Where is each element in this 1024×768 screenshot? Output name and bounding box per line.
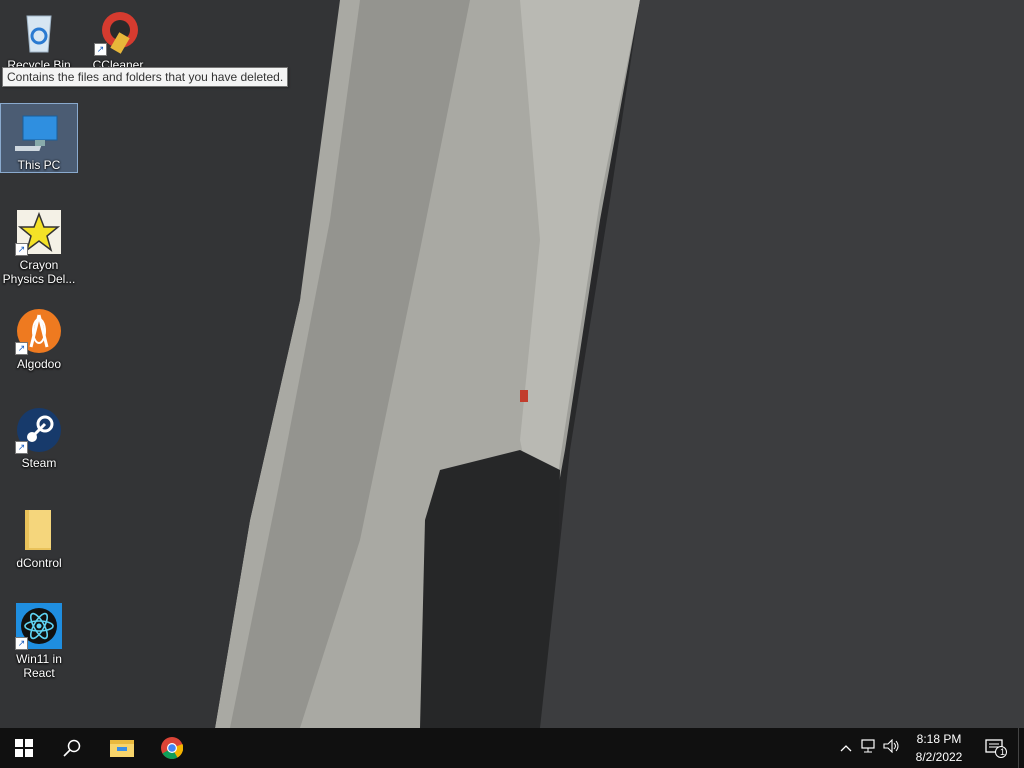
search-button[interactable]: [48, 728, 96, 768]
shortcut-arrow-icon: ↗: [15, 637, 28, 650]
show-desktop-button[interactable]: [1018, 728, 1024, 768]
clock-time: 8:18 PM: [916, 732, 962, 746]
recycle-bin-icon: [15, 8, 63, 56]
computer-monitor-icon: [3, 108, 63, 156]
desktop-icon-crayon-physics[interactable]: ↗ Crayon Physics Del...: [1, 204, 77, 286]
taskbar-clock[interactable]: 8:18 PM 8/2/2022: [904, 730, 974, 766]
network-icon: [861, 738, 875, 752]
taskbar: 8:18 PM 8/2/2022 1: [0, 728, 1024, 768]
star-icon: ↗: [15, 208, 63, 256]
recycle-bin-tooltip: Contains the files and folders that you …: [2, 67, 289, 87]
icon-label: Algodoo: [16, 357, 62, 371]
icon-label: Steam: [21, 456, 57, 470]
desktop-icon-win11-react[interactable]: ↗ Win11 in React: [1, 598, 77, 680]
icon-label: Win11 in React: [16, 652, 62, 680]
notification-count: 1: [1000, 747, 1006, 757]
folder-icon: [15, 506, 63, 554]
desktop-icon-ccleaner[interactable]: ↗ CCleaner: [80, 4, 156, 72]
taskbar-file-explorer[interactable]: [98, 728, 146, 768]
desktop-icon-recycle-bin[interactable]: Recycle Bin: [1, 4, 77, 72]
desktop-icon-dcontrol[interactable]: dControl: [1, 502, 77, 570]
search-icon: [63, 739, 81, 757]
start-button[interactable]: [0, 728, 48, 768]
icon-label: This PC: [17, 158, 61, 172]
clock-date: 8/2/2022: [915, 750, 963, 764]
desktop-icon-this-pc[interactable]: This PC: [0, 103, 78, 173]
shortcut-arrow-icon: ↗: [15, 342, 28, 355]
show-hidden-icons-button[interactable]: [836, 739, 856, 757]
shortcut-arrow-icon: ↗: [15, 243, 28, 256]
desktop-icon-steam[interactable]: ↗ Steam: [1, 402, 77, 470]
desktop-icon-algodoo[interactable]: ↗ Algodoo: [1, 303, 77, 371]
algodoo-icon: ↗: [15, 307, 63, 355]
volume-button[interactable]: [880, 738, 904, 758]
wallpaper-rock-image: [0, 0, 1024, 728]
react-atom-icon: ↗: [15, 602, 63, 650]
shortcut-arrow-icon: ↗: [94, 43, 107, 56]
steam-icon: ↗: [15, 406, 63, 454]
network-button[interactable]: [856, 738, 880, 758]
action-center-button[interactable]: 1: [976, 728, 1016, 768]
chrome-icon: [161, 737, 183, 759]
icon-label: Crayon Physics Del...: [2, 258, 76, 286]
file-explorer-icon: [110, 740, 134, 757]
system-tray: [836, 728, 904, 768]
shortcut-arrow-icon: ↗: [15, 441, 28, 454]
windows-logo-icon: [15, 739, 33, 757]
desktop-wallpaper: [0, 0, 1024, 728]
chevron-up-icon: [840, 745, 852, 752]
taskbar-chrome[interactable]: [148, 728, 196, 768]
icon-label: dControl: [16, 556, 62, 570]
speaker-icon: [883, 738, 899, 753]
ccleaner-icon: ↗: [94, 8, 142, 56]
